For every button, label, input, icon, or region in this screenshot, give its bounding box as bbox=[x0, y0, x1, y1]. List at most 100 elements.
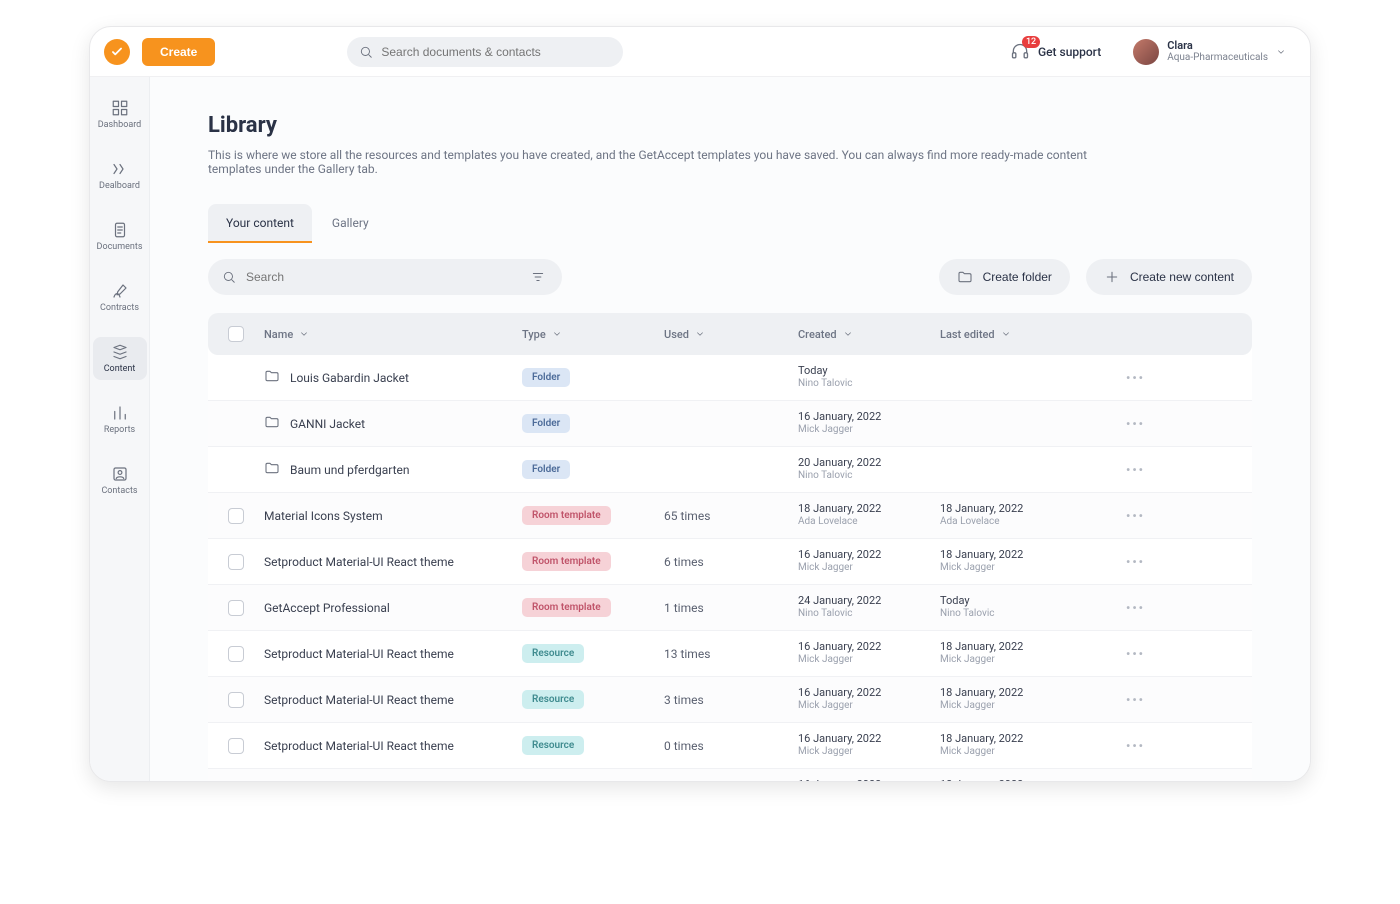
table-row[interactable]: Setproduct Material-UI React themeRoom t… bbox=[208, 539, 1252, 585]
row-checkbox[interactable] bbox=[228, 646, 244, 662]
row-edited-by: Mick Jagger bbox=[940, 654, 1126, 666]
type-badge: Room template bbox=[522, 506, 611, 525]
row-more-button[interactable]: ••• bbox=[1126, 371, 1166, 385]
row-edited-by: Nino Talovic bbox=[940, 608, 1126, 620]
row-created-by: Ada Lovelace bbox=[798, 516, 940, 528]
type-badge: Room template bbox=[522, 552, 611, 571]
row-used: 13 times bbox=[664, 647, 798, 661]
check-icon bbox=[110, 45, 124, 59]
page-subtitle: This is where we store all the resources… bbox=[208, 148, 1128, 176]
row-created-date: 16 January, 2022 bbox=[798, 687, 940, 700]
row-checkbox[interactable] bbox=[228, 600, 244, 616]
row-created-by: Mick Jagger bbox=[798, 700, 940, 712]
create-button[interactable]: Create bbox=[142, 38, 215, 66]
page-title: Library bbox=[208, 113, 1252, 138]
app-logo[interactable] bbox=[104, 39, 130, 65]
row-checkbox[interactable] bbox=[228, 692, 244, 708]
tab-gallery[interactable]: Gallery bbox=[314, 204, 387, 242]
profile-menu[interactable]: Clara Aqua-Pharmaceuticals bbox=[1133, 39, 1286, 65]
row-checkbox[interactable] bbox=[228, 738, 244, 754]
row-name: Setproduct Material-UI React theme bbox=[264, 739, 454, 753]
row-name: Baum und pferdgarten bbox=[290, 463, 410, 477]
type-badge: Resource bbox=[522, 644, 584, 663]
row-name: Louis Gabardin Jacket bbox=[290, 371, 409, 385]
folder-icon bbox=[264, 414, 280, 433]
row-edited-by: Mick Jagger bbox=[940, 562, 1126, 574]
table-row[interactable]: GetAccept ProfessionalRoom template1 tim… bbox=[208, 585, 1252, 631]
row-edited-date: 18 January, 2022 bbox=[940, 687, 1126, 700]
sidebar-item-label: Documents bbox=[97, 242, 143, 252]
row-more-button[interactable]: ••• bbox=[1126, 739, 1166, 753]
sidebar-item-contacts[interactable]: Contacts bbox=[93, 459, 147, 502]
row-more-button[interactable]: ••• bbox=[1126, 555, 1166, 569]
contracts-icon bbox=[111, 282, 129, 300]
row-more-button[interactable]: ••• bbox=[1126, 601, 1166, 615]
search-icon bbox=[359, 45, 373, 59]
row-more-button[interactable]: ••• bbox=[1126, 509, 1166, 523]
get-support[interactable]: 12 Get support bbox=[1010, 42, 1101, 62]
table-row[interactable]: Setproduct Material-UI React themeResour… bbox=[208, 723, 1252, 769]
row-created-date: 18 January, 2022 bbox=[798, 503, 940, 516]
table-row[interactable]: Material Icons SystemRoom template65 tim… bbox=[208, 493, 1252, 539]
table-row[interactable]: GANNI JacketFolder16 January, 2022Mick J… bbox=[208, 401, 1252, 447]
filter-icon[interactable] bbox=[528, 267, 548, 287]
row-edited-date: 18 January, 2022 bbox=[940, 641, 1126, 654]
sidebar-item-label: Contracts bbox=[100, 303, 139, 313]
table-row[interactable]: Setproduct Material-UI React themeResour… bbox=[208, 631, 1252, 677]
global-search-input[interactable] bbox=[381, 45, 611, 59]
row-edited-date: 18 January, 2022 bbox=[940, 779, 1126, 781]
dashboard-icon bbox=[111, 99, 129, 117]
table-row[interactable]: Louis Gabardin JacketFolderTodayNino Tal… bbox=[208, 355, 1252, 401]
row-created-by: Nino Talovic bbox=[798, 608, 940, 620]
profile-name: Clara bbox=[1167, 40, 1268, 52]
row-more-button[interactable]: ••• bbox=[1126, 647, 1166, 661]
chevron-down-icon bbox=[1001, 329, 1011, 339]
table-row[interactable]: Baum und pferdgartenFolder20 January, 20… bbox=[208, 447, 1252, 493]
table-row[interactable]: Setproduct Material-UI React themeResour… bbox=[208, 769, 1252, 781]
column-used[interactable]: Used bbox=[664, 328, 798, 341]
create-folder-button[interactable]: Create folder bbox=[939, 259, 1070, 295]
sidebar-item-label: Dashboard bbox=[98, 120, 142, 130]
column-type[interactable]: Type bbox=[522, 328, 664, 341]
tab-your-content[interactable]: Your content bbox=[208, 204, 312, 242]
row-more-button[interactable]: ••• bbox=[1126, 417, 1166, 431]
sidebar-item-reports[interactable]: Reports bbox=[93, 398, 147, 441]
column-name[interactable]: Name bbox=[264, 328, 522, 341]
row-name: GetAccept Professional bbox=[264, 601, 390, 615]
row-edited-date: 18 January, 2022 bbox=[940, 549, 1126, 562]
global-search[interactable] bbox=[347, 37, 623, 67]
row-more-button[interactable]: ••• bbox=[1126, 463, 1166, 477]
table-row[interactable]: Setproduct Material-UI React themeResour… bbox=[208, 677, 1252, 723]
create-new-content-button[interactable]: Create new content bbox=[1086, 259, 1252, 295]
row-more-button[interactable]: ••• bbox=[1126, 693, 1166, 707]
row-edited-date: 18 January, 2022 bbox=[940, 733, 1126, 746]
content-search-input[interactable] bbox=[246, 270, 518, 284]
content-search[interactable] bbox=[208, 259, 562, 295]
sidebar-item-contracts[interactable]: Contracts bbox=[93, 276, 147, 319]
tabs: Your contentGallery bbox=[208, 204, 1252, 243]
sidebar-item-content[interactable]: Content bbox=[93, 337, 147, 380]
sidebar-item-label: Reports bbox=[104, 425, 135, 435]
profile-org: Aqua-Pharmaceuticals bbox=[1167, 52, 1268, 63]
row-checkbox[interactable] bbox=[228, 554, 244, 570]
sidebar: Dashboard Dealboard Documents Contracts Cont… bbox=[90, 77, 150, 781]
row-edited-by: Mick Jagger bbox=[940, 746, 1126, 758]
row-used: 1 times bbox=[664, 601, 798, 615]
select-all-checkbox[interactable] bbox=[228, 326, 244, 342]
sidebar-item-dealboard[interactable]: Dealboard bbox=[93, 154, 147, 197]
row-used: 6 times bbox=[664, 555, 798, 569]
row-created-date: 16 January, 2022 bbox=[798, 549, 940, 562]
sidebar-item-documents[interactable]: Documents bbox=[93, 215, 147, 258]
type-badge: Folder bbox=[522, 414, 570, 433]
chevron-down-icon bbox=[843, 329, 853, 339]
content-icon bbox=[111, 343, 129, 361]
row-name: GANNI Jacket bbox=[290, 417, 365, 431]
documents-icon bbox=[111, 221, 129, 239]
sidebar-item-dashboard[interactable]: Dashboard bbox=[93, 93, 147, 136]
row-created-date: 16 January, 2022 bbox=[798, 733, 940, 746]
row-checkbox[interactable] bbox=[228, 508, 244, 524]
column-last-edited[interactable]: Last edited bbox=[940, 328, 1126, 341]
column-created[interactable]: Created bbox=[798, 328, 940, 341]
chevron-down-icon bbox=[695, 329, 705, 339]
folder-icon bbox=[264, 368, 280, 387]
